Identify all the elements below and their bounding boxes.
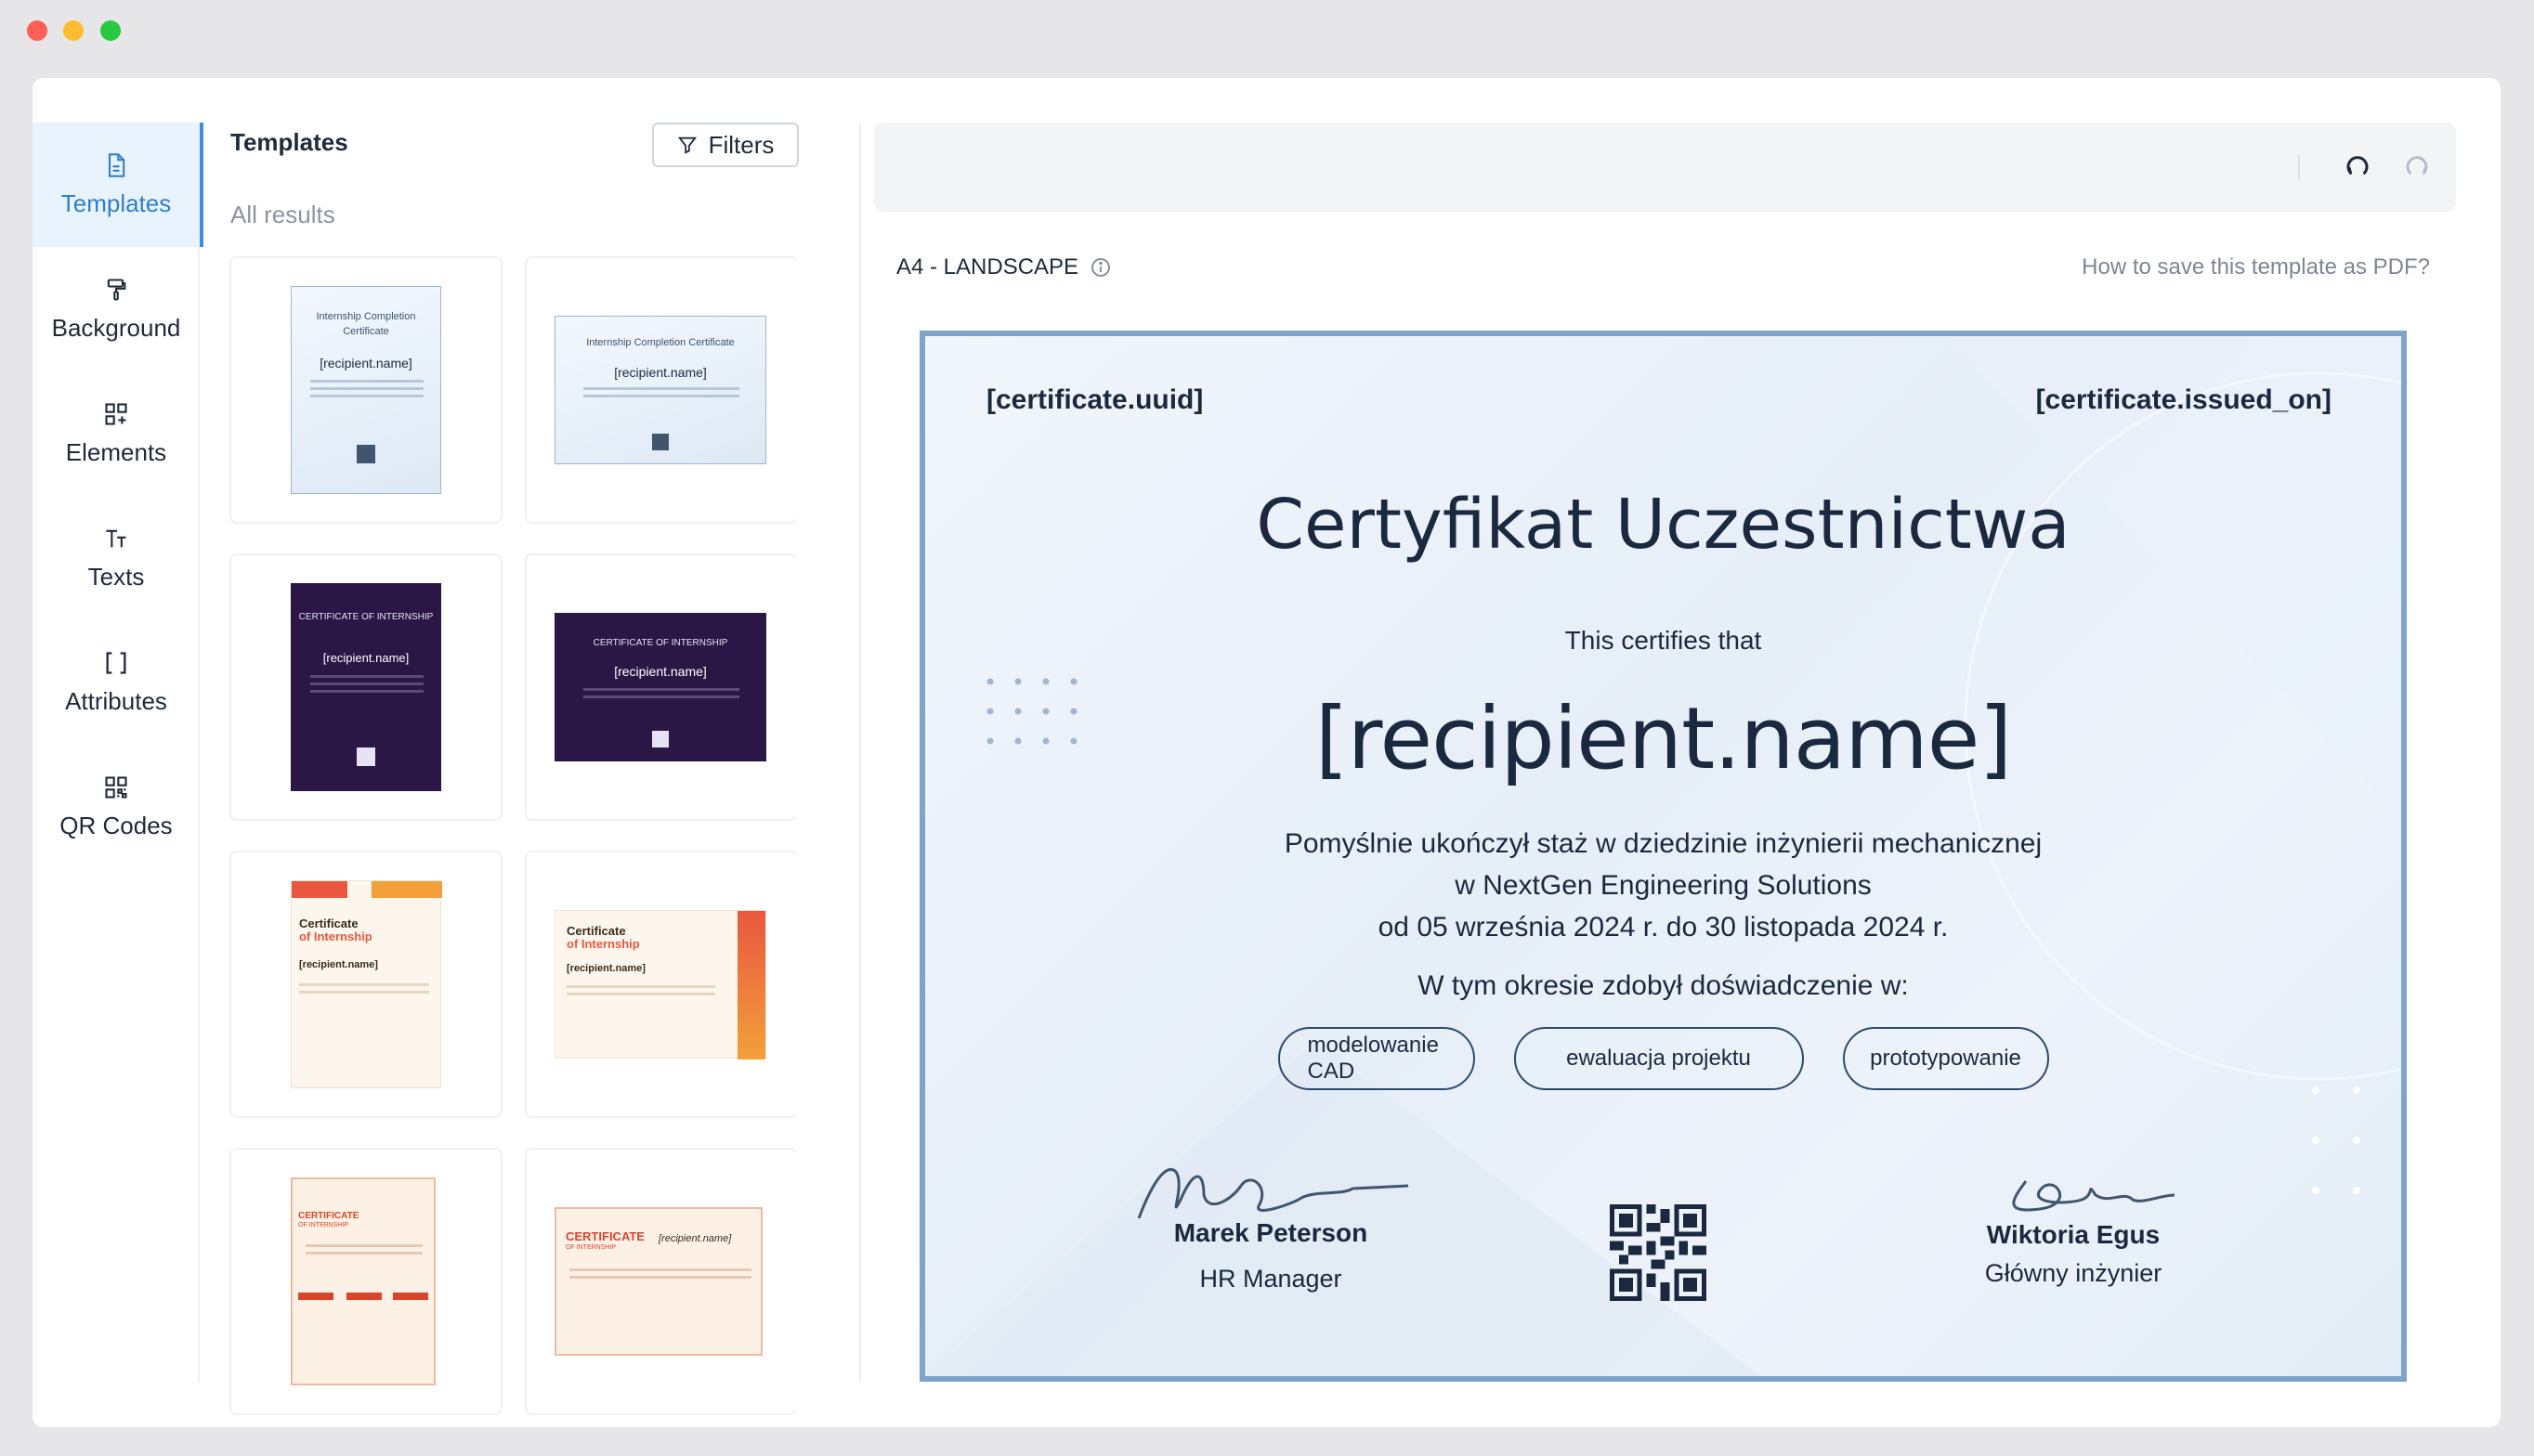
description-line-1[interactable]: Pomyślnie ukończył staż w dziedzinie inż…	[925, 828, 2401, 860]
toolbar-separator	[2298, 154, 2300, 180]
sidebar-item-label: Elements	[65, 437, 167, 466]
undo-button[interactable]	[2341, 150, 2374, 184]
thumb-title: Internship Completion Certificate	[586, 337, 735, 348]
skill-pill[interactable]: prototypowanie	[1842, 1027, 2049, 1090]
skill-pill[interactable]: modelowanie CAD	[1277, 1027, 1475, 1090]
template-thumbnail[interactable]: CERTIFICATE OF INTERNSHIP [recipient.nam…	[229, 553, 503, 821]
thumb-recipient: [recipient.name]	[614, 365, 707, 380]
redo-button[interactable]	[2400, 150, 2434, 184]
template-thumbnail[interactable]: Certificate of Internship [recipient.nam…	[525, 851, 796, 1118]
app-window: Templates Background Elements Texts Attr…	[33, 78, 2501, 1427]
page-format: A4 - LANDSCAPE	[896, 254, 1112, 280]
panel-title: Templates	[230, 128, 348, 156]
close-window-button[interactable]	[27, 20, 47, 41]
filters-label: Filters	[708, 130, 775, 159]
filters-button[interactable]: Filters	[652, 123, 799, 167]
undo-icon	[2346, 156, 2369, 175]
pdf-help-link[interactable]: How to save this template as PDF?	[2082, 254, 2430, 280]
thumb-recipient: [recipient.name]	[320, 356, 412, 370]
thumb-title: CERTIFICATE OF INTERNSHIP	[593, 638, 728, 648]
thumb-recipient: [recipient.name]	[659, 1233, 732, 1244]
sidebar-item-qr-codes[interactable]: QR Codes	[33, 745, 200, 869]
thumb-title: Internship Completion	[316, 311, 416, 322]
filter-icon	[677, 136, 697, 154]
template-thumbnail[interactable]: CERTIFICATE OF INTERNSHIP [recipient.nam…	[525, 1148, 796, 1415]
thumb-recipient: [recipient.name]	[614, 664, 707, 679]
file-icon	[108, 152, 125, 177]
qr-code-icon	[105, 775, 127, 799]
thumb-title: CERTIFICATE	[566, 1229, 645, 1243]
signer-1-role[interactable]: HR Manager	[1131, 1265, 1410, 1294]
description-line-3[interactable]: od 05 września 2024 r. do 30 listopada 2…	[925, 912, 2401, 943]
thumb-title: OF INTERNSHIP	[566, 1244, 617, 1251]
maximize-window-button[interactable]	[100, 20, 121, 41]
template-grid[interactable]: Internship Completion Certificate [recip…	[229, 245, 796, 1427]
sidebar-item-label: Background	[51, 313, 181, 342]
thumb-title: Certificate	[299, 916, 359, 930]
thumb-title: CERTIFICATE	[298, 1211, 359, 1221]
thumb-recipient: [recipient.name]	[567, 963, 646, 974]
template-thumbnail[interactable]: CERTIFICATE OF INTERNSHIP	[229, 1148, 503, 1415]
sidebar-item-elements[interactable]: Elements	[33, 371, 200, 496]
thumb-title: of Internship	[299, 930, 372, 943]
brackets-icon	[106, 651, 126, 674]
sidebar-item-attributes[interactable]: Attributes	[33, 620, 200, 745]
sidebar-item-templates[interactable]: Templates	[33, 123, 203, 247]
template-thumbnail[interactable]: Internship Completion Certificate [recip…	[229, 256, 503, 524]
experience-heading[interactable]: W tym okresie zdobył doświadczenie w:	[925, 970, 2401, 1002]
text-icon	[106, 529, 126, 547]
thumb-title: Certificate	[567, 924, 626, 938]
certifies-text[interactable]: This certifies that	[925, 626, 2401, 656]
signer-1-name[interactable]: Marek Peterson	[1131, 1218, 1410, 1248]
paint-roller-icon	[107, 278, 126, 301]
sidebar-item-background[interactable]: Background	[33, 247, 200, 371]
recipient-name[interactable]: [recipient.name]	[925, 689, 2401, 788]
canvas-toolbar	[874, 123, 2456, 212]
elements-grid-icon	[105, 402, 127, 425]
template-thumbnail[interactable]: CERTIFICATE OF INTERNSHIP [recipient.nam…	[525, 553, 796, 821]
panel-divider	[859, 123, 861, 1383]
format-label: A4 - LANDSCAPE	[896, 254, 1079, 280]
results-label: All results	[230, 201, 335, 228]
template-thumbnail[interactable]: Certificate of Internship [recipient.nam…	[229, 851, 503, 1118]
thumb-title: of Internship	[567, 937, 640, 951]
info-icon[interactable]	[1090, 256, 1112, 279]
thumb-recipient: [recipient.name]	[299, 959, 378, 970]
skill-pill[interactable]: ewaluacja projektu	[1513, 1027, 1804, 1090]
thumb-title: Certificate	[343, 326, 389, 337]
certificate-canvas[interactable]: [certificate.uuid] [certificate.issued_o…	[920, 331, 2407, 1382]
sidebar-item-texts[interactable]: Texts	[33, 496, 200, 620]
certificate-uuid[interactable]: [certificate.uuid]	[986, 384, 1203, 416]
sidebar-item-label: Templates	[60, 188, 172, 217]
certificate-issued-on[interactable]: [certificate.issued_on]	[2036, 384, 2332, 416]
thumb-recipient: [recipient.name]	[322, 651, 410, 665]
templates-panel: Templates Filters All results Internship…	[200, 78, 859, 1427]
window-titlebar	[0, 0, 2534, 59]
certificate-title[interactable]: Certyfikat Uczestnictwa	[925, 485, 2401, 565]
thumb-title: CERTIFICATE OF INTERNSHIP	[298, 612, 434, 622]
skills-list: modelowanie CAD ewaluacja projektu proto…	[925, 1027, 2401, 1090]
redo-icon	[2406, 156, 2428, 175]
thumb-title: OF INTERNSHIP	[298, 1222, 349, 1228]
qr-code-icon[interactable]	[1610, 1204, 1706, 1301]
signer-2-name[interactable]: Wiktoria Egus	[1934, 1220, 2213, 1250]
template-thumbnail[interactable]: Internship Completion Certificate [recip…	[525, 256, 796, 524]
sidebar-item-label: QR Codes	[59, 811, 173, 839]
sidebar-item-label: Attributes	[65, 686, 167, 715]
signer-2-role[interactable]: Główny inżynier	[1934, 1259, 2213, 1288]
sidebar-item-label: Texts	[87, 562, 145, 591]
minimize-window-button[interactable]	[63, 20, 84, 41]
description-line-2[interactable]: w NextGen Engineering Solutions	[925, 870, 2401, 902]
